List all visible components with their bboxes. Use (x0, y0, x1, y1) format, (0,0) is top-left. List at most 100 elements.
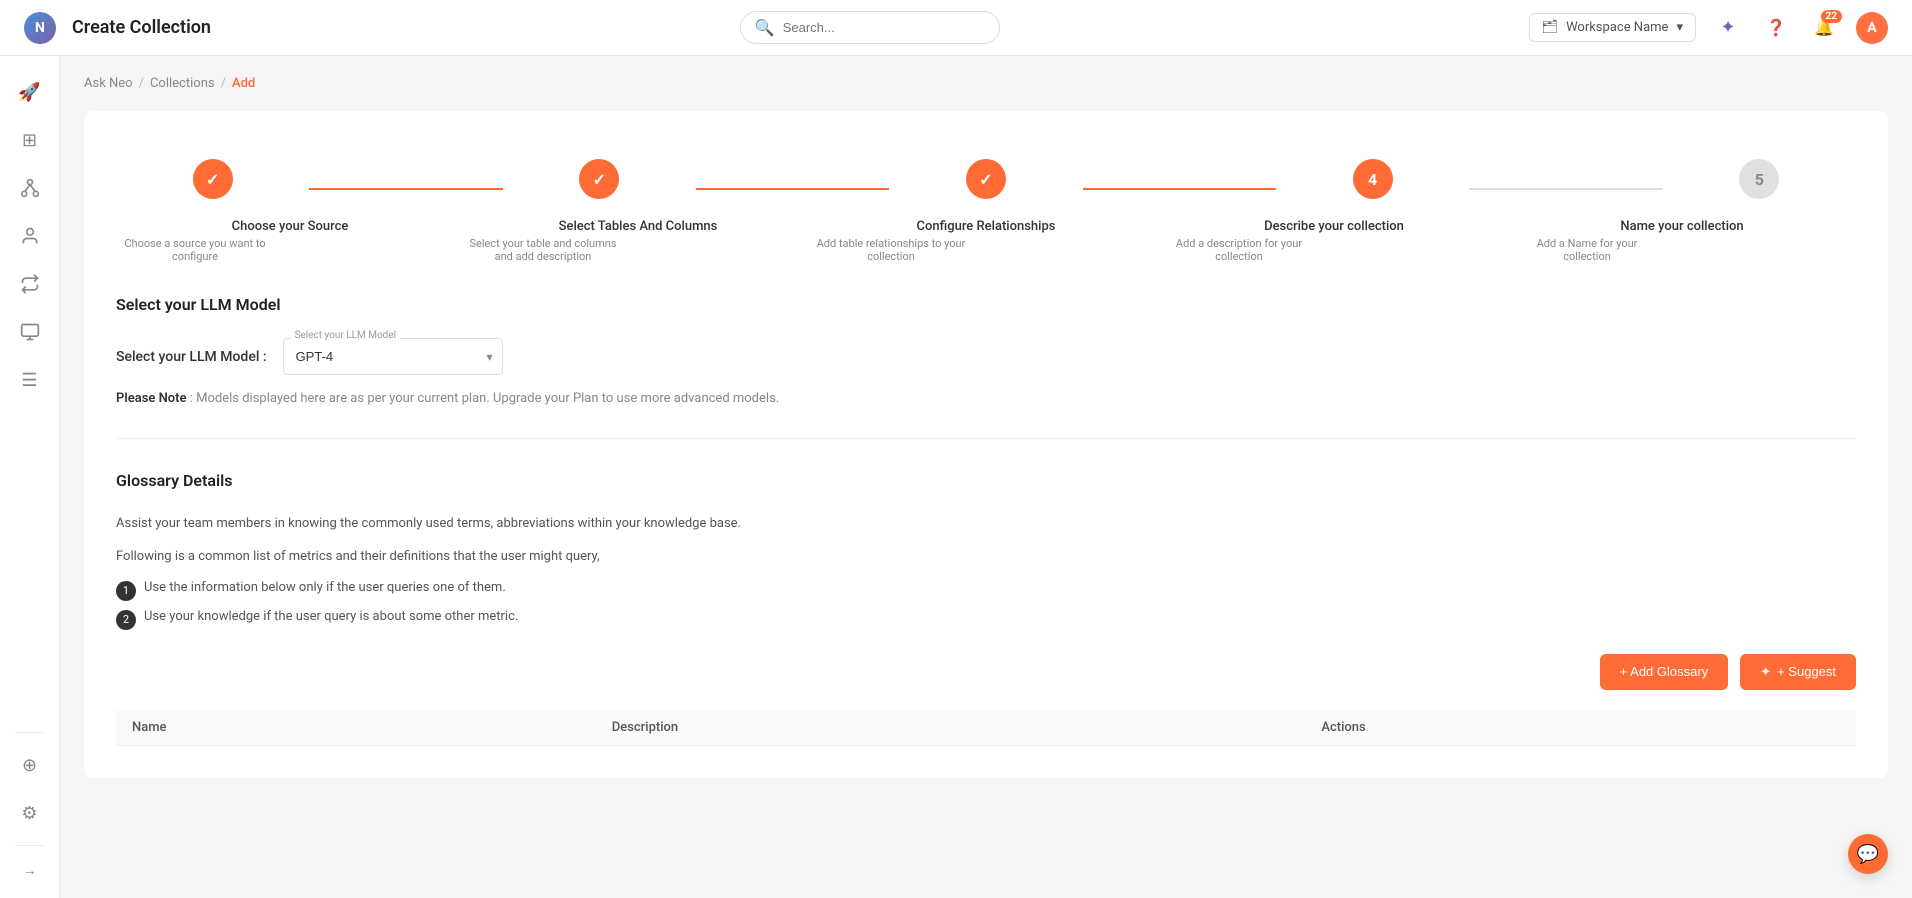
search-icon: 🔍 (755, 18, 775, 37)
step-3: ✓ (889, 159, 1082, 199)
breadcrumb-parent[interactable]: Collections (150, 76, 215, 91)
page-title: Create Collection (72, 17, 211, 38)
sidebar-divider (15, 732, 45, 733)
suggest-button-label: + Suggest (1777, 664, 1836, 679)
search-input[interactable] (783, 20, 985, 35)
glossary-table: Name Description Actions (116, 710, 1856, 746)
glossary-section-title: Glossary Details (116, 471, 1856, 490)
glossary-instruction-2: 2 Use your knowledge if the user query i… (116, 609, 1856, 630)
sidebar-expand-button[interactable]: → (10, 858, 50, 882)
llm-form-label: Select your LLM Model : (116, 349, 267, 365)
note-text-content: : Models displayed here are as per your … (190, 391, 779, 406)
step-1-label: Choose your Source Choose a source you w… (116, 211, 464, 263)
table-header-name: Name (116, 710, 596, 746)
workspace-label: Workspace Name (1566, 20, 1668, 35)
sidebar-item-collections[interactable] (10, 312, 50, 352)
llm-select-wrapper: Select your LLM Model GPT-4 GPT-3.5 Clau… (283, 338, 503, 375)
step-2-title: Select Tables And Columns (468, 219, 808, 234)
glossary-actions: + Add Glossary ✦ + Suggest (116, 654, 1856, 690)
sidebar-item-list[interactable]: ☰ (10, 360, 50, 400)
llm-section: Select your LLM Model Select your LLM Mo… (116, 295, 1856, 406)
table-header-row: Name Description Actions (116, 710, 1856, 746)
list-number-2: 2 (116, 610, 136, 630)
avatar[interactable]: A (1856, 12, 1888, 44)
connector-3 (1083, 188, 1276, 190)
step-5-label: Name your collection Add a Name for your… (1508, 211, 1856, 263)
step-5-circle: 5 (1739, 159, 1779, 199)
glossary-instruction-1-text: Use the information below only if the us… (144, 580, 506, 595)
notification-badge: 22 (1821, 10, 1842, 23)
step-3-subtitle: Add table relationships to your collecti… (816, 237, 966, 263)
glossary-desc-1: Assist your team members in knowing the … (116, 514, 1856, 535)
suggest-button[interactable]: ✦ + Suggest (1740, 654, 1856, 690)
workspace-icon: 🗂 (1542, 20, 1559, 35)
breadcrumb-separator-2: / (221, 76, 226, 91)
glossary-desc-2: Following is a common list of metrics an… (116, 547, 1856, 568)
step-4-subtitle: Add a description for your collection (1164, 237, 1314, 263)
breadcrumb-root[interactable]: Ask Neo (84, 76, 133, 91)
sidebar: 🚀 ⊞ ☰ ⊕ ⚙ → (0, 56, 60, 898)
step-3-label: Configure Relationships Add table relati… (812, 211, 1160, 263)
sidebar-bottom: ⊕ ⚙ → (10, 728, 50, 882)
llm-form-row: Select your LLM Model : Select your LLM … (116, 338, 1856, 375)
chat-bubble[interactable]: 💬 (1848, 834, 1888, 874)
workspace-selector[interactable]: 🗂 Workspace Name ▾ (1529, 13, 1696, 42)
step-5: 5 (1663, 159, 1856, 199)
add-glossary-button[interactable]: + Add Glossary (1600, 654, 1729, 690)
connector-4 (1469, 188, 1662, 190)
glossary-instruction-2-text: Use your knowledge if the user query is … (144, 609, 518, 624)
breadcrumb-current: Add (232, 76, 255, 91)
chat-icon: 💬 (1857, 844, 1879, 865)
connector-1 (309, 188, 502, 190)
llm-note: Please Note : Models displayed here are … (116, 391, 1856, 406)
llm-select-label: Select your LLM Model (291, 330, 401, 341)
suggest-plus-icon: ✦ (1760, 664, 1771, 680)
sidebar-item-settings[interactable]: ⚙ (10, 793, 50, 833)
sidebar-item-launch[interactable]: 🚀 (10, 72, 50, 112)
help-icon: ❓ (1766, 18, 1786, 37)
step-1-subtitle: Choose a source you want to configure (120, 237, 270, 263)
help-button[interactable]: ❓ (1760, 12, 1792, 44)
llm-model-select[interactable]: GPT-4 GPT-3.5 Claude Gemini (283, 338, 503, 375)
content-card: ✓ ✓ ✓ 4 5 (84, 111, 1888, 778)
glossary-instructions: 1 Use the information below only if the … (116, 580, 1856, 630)
step-2-subtitle: Select your table and columns and add de… (468, 237, 618, 263)
step-3-circle: ✓ (966, 159, 1006, 199)
sidebar-item-grid[interactable]: ⊞ (10, 120, 50, 160)
step-4-title: Describe your collection (1164, 219, 1504, 234)
step-4: 4 (1276, 159, 1469, 199)
step-4-label: Describe your collection Add a descripti… (1160, 211, 1508, 263)
step-1-title: Choose your Source (120, 219, 460, 234)
list-number-1: 1 (116, 581, 136, 601)
sidebar-divider-2 (15, 845, 45, 846)
step-5-subtitle: Add a Name for your collection (1512, 237, 1662, 263)
breadcrumb: Ask Neo / Collections / Add (84, 76, 1888, 91)
breadcrumb-separator-1: / (139, 76, 144, 91)
step-2-circle: ✓ (579, 159, 619, 199)
table-header-description: Description (596, 710, 1306, 746)
step-2: ✓ (503, 159, 696, 199)
step-1-circle: ✓ (193, 159, 233, 199)
table-header-actions: Actions (1305, 710, 1856, 746)
logo-icon: N (24, 12, 56, 44)
header-right: 🗂 Workspace Name ▾ ✦ ❓ 🔔 22 A (1529, 12, 1888, 44)
step-3-title: Configure Relationships (816, 219, 1156, 234)
glossary-instruction-1: 1 Use the information below only if the … (116, 580, 1856, 601)
llm-section-title: Select your LLM Model (116, 295, 1856, 314)
search-bar[interactable]: 🔍 (740, 11, 1000, 44)
sidebar-item-users[interactable] (10, 216, 50, 256)
sidebar-item-integrations[interactable] (10, 168, 50, 208)
step-5-title: Name your collection (1512, 219, 1852, 234)
notifications-button[interactable]: 🔔 22 (1808, 12, 1840, 44)
note-label: Please Note (116, 391, 187, 406)
sidebar-item-add[interactable]: ⊕ (10, 745, 50, 785)
header: N Create Collection 🔍 🗂 Workspace Name ▾… (0, 0, 1912, 56)
step-1: ✓ (116, 159, 309, 199)
step-4-circle: 4 (1353, 159, 1393, 199)
chevron-down-icon: ▾ (1676, 20, 1683, 35)
sidebar-item-transform[interactable] (10, 264, 50, 304)
glossary-section: Glossary Details Assist your team member… (116, 471, 1856, 746)
ai-button[interactable]: ✦ (1712, 12, 1744, 44)
main-content: Ask Neo / Collections / Add ✓ ✓ ✓ (60, 56, 1912, 898)
connector-2 (696, 188, 889, 190)
